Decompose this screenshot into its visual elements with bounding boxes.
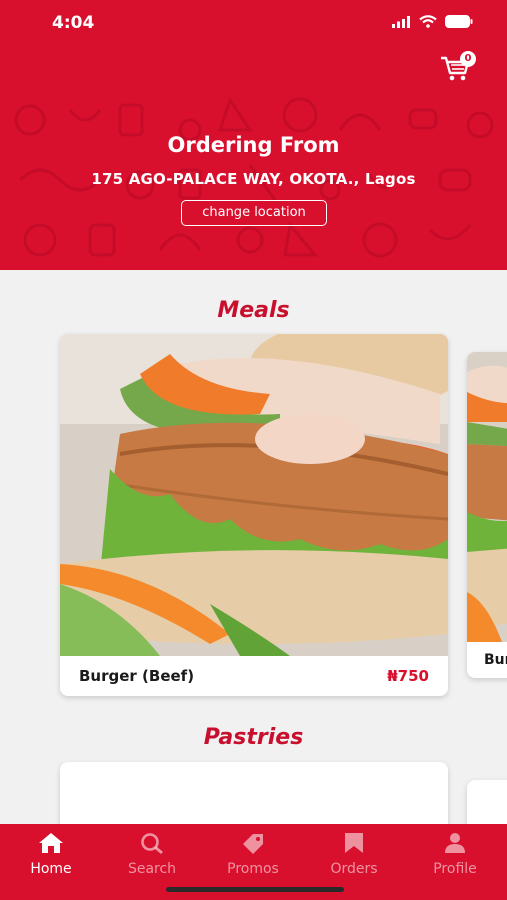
tab-label-promos: Promos <box>227 861 279 877</box>
status-time: 4:04 <box>52 13 95 33</box>
burger-image <box>60 334 448 656</box>
cart-count-badge: 0 <box>460 51 476 67</box>
bookmark-icon <box>345 833 363 853</box>
tab-orders[interactable]: Orders <box>309 832 399 877</box>
tab-profile[interactable]: Profile <box>410 832 500 877</box>
tab-promos[interactable]: Promos <box>208 832 298 877</box>
tab-label-profile: Profile <box>433 861 477 877</box>
delivery-address: 175 AGO-PALACE WAY, OKOTA., Lagos <box>91 170 416 188</box>
home-indicator <box>166 887 344 892</box>
wifi-icon <box>419 15 437 28</box>
meal-card[interactable]: Burger (Beef) ₦750 <box>60 334 448 696</box>
tag-icon <box>243 834 263 854</box>
home-icon <box>39 833 63 853</box>
signal-icon <box>392 15 410 28</box>
tab-label-orders: Orders <box>330 861 378 877</box>
meal-name: Bur <box>484 652 507 668</box>
meal-price: ₦750 <box>387 667 429 685</box>
section-title-meals: Meals <box>217 298 290 323</box>
tab-label-search: Search <box>127 861 177 877</box>
section-title-pastries: Pastries <box>203 725 304 750</box>
ordering-from-title: Ordering From <box>167 133 340 157</box>
meal-card[interactable]: Bur <box>467 352 507 678</box>
meal-image <box>467 352 507 642</box>
tab-home[interactable]: Home <box>6 832 96 877</box>
battery-icon <box>445 15 473 28</box>
cart-button[interactable]: 0 <box>440 51 480 88</box>
search-icon <box>141 833 163 855</box>
person-icon <box>445 833 465 853</box>
meal-name: Burger (Beef) <box>79 667 195 685</box>
tab-search[interactable]: Search <box>107 832 197 877</box>
change-location-button[interactable]: change location <box>181 200 327 226</box>
status-bar: 4:04 <box>0 0 507 48</box>
header-banner: 4:04 0 Ordering From 175 AGO-PALACE WAY,… <box>0 0 507 270</box>
tab-label-home: Home <box>30 861 72 877</box>
status-icons <box>392 15 473 28</box>
